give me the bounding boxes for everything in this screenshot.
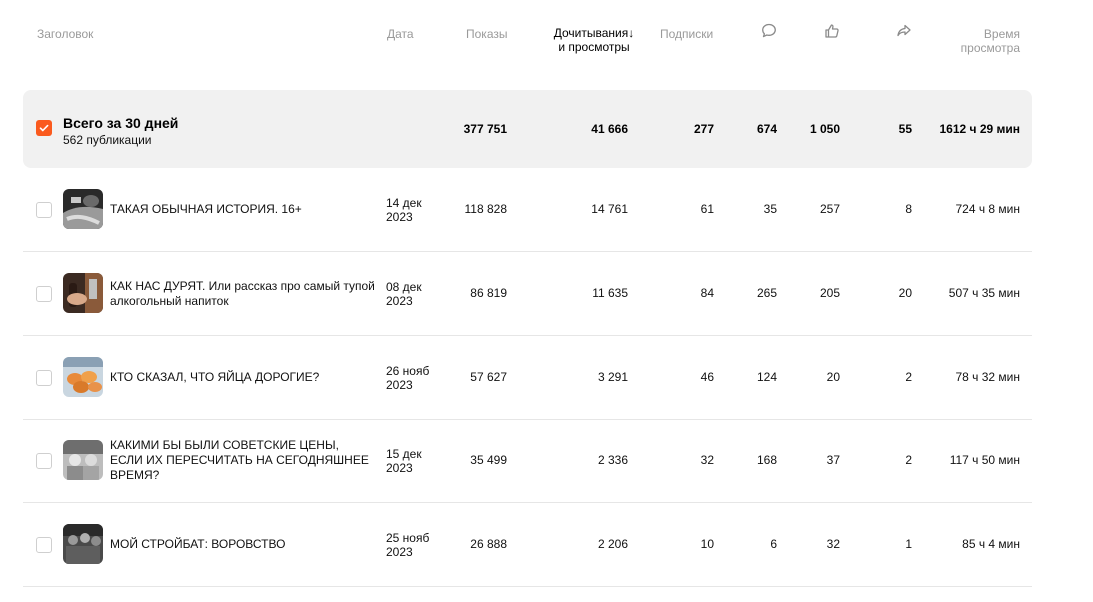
shows-value: 26 888: [470, 537, 507, 551]
shows-value: 86 819: [470, 286, 507, 300]
row-checkbox[interactable]: [36, 286, 52, 302]
summary-view-time: 1612 ч 29 мин: [939, 122, 1020, 136]
publication-thumbnail[interactable]: [63, 273, 103, 313]
table-header: Заголовок Дата Показы Дочитывания↓ и про…: [0, 0, 1093, 70]
likes-value: 205: [819, 286, 840, 300]
view-time-value: 85 ч 4 мин: [962, 537, 1020, 551]
date-day: 26 нояб: [386, 363, 430, 378]
view-time-value: 117 ч 50 мин: [949, 453, 1020, 467]
likes-value: 257: [819, 202, 840, 216]
date-year: 2023: [386, 293, 413, 308]
reads-value: 2 336: [597, 453, 628, 467]
publication-date: 15 дек 2023: [386, 419, 446, 502]
summary-subtitle: 562 публикации: [63, 133, 152, 147]
thumbs-up-icon[interactable]: [823, 22, 841, 40]
date-year: 2023: [386, 377, 413, 392]
date-day: 14 дек: [386, 195, 422, 210]
summary-subscriptions: 277: [693, 122, 714, 136]
table-row[interactable]: МОЙ СТРОЙБАТ: ВОРОВСТВО 25 нояб 2023 26 8…: [23, 503, 1032, 587]
comments-value: 168: [756, 453, 777, 467]
header-time-line1: Время: [983, 27, 1020, 41]
publication-title[interactable]: МОЙ СТРОЙБАТ: ВОРОВСТВО: [110, 503, 375, 586]
publication-thumbnail[interactable]: [63, 524, 103, 564]
publications-stats-page: Заголовок Дата Показы Дочитывания↓ и про…: [0, 0, 1093, 602]
summary-comments: 674: [756, 122, 777, 136]
header-reads-line2: и просмотры: [558, 40, 630, 54]
summary-reads: 41 666: [591, 122, 628, 136]
checkmark-icon: [39, 124, 49, 132]
shares-value: 2: [905, 370, 912, 384]
subscriptions-value: 10: [700, 537, 714, 551]
comment-icon[interactable]: [760, 22, 778, 40]
shows-value: 35 499: [470, 453, 507, 467]
header-view-time[interactable]: Время просмотра: [930, 27, 1020, 55]
reads-value: 2 206: [597, 537, 628, 551]
row-checkbox[interactable]: [36, 453, 52, 469]
header-reads[interactable]: Дочитывания↓ и просмотры: [548, 26, 640, 54]
date-day: 08 дек: [386, 279, 422, 294]
table-row[interactable]: КАКИМИ БЫ БЫЛИ СОВЕТСКИЕ ЦЕНЫ, ЕСЛИ ИХ П…: [23, 419, 1032, 503]
row-checkbox[interactable]: [36, 202, 52, 218]
publication-date: 26 нояб 2023: [386, 336, 446, 419]
subscriptions-value: 84: [700, 286, 714, 300]
subscriptions-value: 61: [700, 202, 714, 216]
publication-thumbnail[interactable]: [63, 357, 103, 397]
table-row[interactable]: КТО СКАЗАЛ, ЧТО ЯЙЦА ДОРОГИЕ? 26 нояб 202…: [23, 336, 1032, 420]
view-time-value: 78 ч 32 мин: [955, 370, 1020, 384]
header-shows[interactable]: Показы: [466, 27, 507, 41]
summary-shares: 55: [898, 122, 912, 136]
reads-value: 11 635: [592, 286, 628, 300]
header-title[interactable]: Заголовок: [37, 27, 93, 41]
header-subscriptions[interactable]: Подписки: [660, 27, 713, 41]
date-year: 2023: [386, 209, 413, 224]
shares-value: 8: [905, 202, 912, 216]
view-time-value: 724 ч 8 мин: [955, 202, 1020, 216]
reads-value: 14 761: [591, 202, 628, 216]
header-reads-line1: Дочитывания: [553, 26, 629, 40]
shares-value: 1: [905, 537, 912, 551]
shows-value: 57 627: [470, 370, 507, 384]
publication-date: 08 дек 2023: [386, 252, 446, 335]
summary-likes: 1 050: [809, 122, 840, 136]
publication-date: 25 нояб 2023: [386, 503, 446, 586]
row-checkbox[interactable]: [36, 370, 52, 386]
publication-title[interactable]: КАК НАС ДУРЯТ. Или рассказ про самый туп…: [110, 252, 375, 335]
shows-value: 118 828: [464, 202, 508, 216]
comments-value: 265: [756, 286, 777, 300]
likes-value: 20: [826, 370, 840, 384]
table-row[interactable]: ТАКАЯ ОБЫЧНАЯ ИСТОРИЯ. 16+ 14 дек 2023 11…: [23, 168, 1032, 252]
header-time-line2: просмотра: [960, 41, 1020, 55]
view-time-value: 507 ч 35 мин: [948, 286, 1020, 300]
summary-title: Всего за 30 дней: [63, 115, 179, 131]
comments-value: 6: [770, 537, 777, 551]
table-row[interactable]: КАК НАС ДУРЯТ. Или рассказ про самый туп…: [23, 252, 1032, 336]
reads-value: 3 291: [597, 370, 628, 384]
publication-title[interactable]: КАКИМИ БЫ БЫЛИ СОВЕТСКИЕ ЦЕНЫ, ЕСЛИ ИХ П…: [110, 419, 375, 502]
summary-shows: 377 751: [463, 122, 507, 136]
summary-row: Всего за 30 дней 562 публикации 377 751 …: [23, 90, 1032, 168]
publication-thumbnail[interactable]: [63, 189, 103, 229]
shares-value: 2: [905, 453, 912, 467]
publication-title[interactable]: ТАКАЯ ОБЫЧНАЯ ИСТОРИЯ. 16+: [110, 168, 375, 251]
date-year: 2023: [386, 544, 413, 559]
comments-value: 124: [756, 370, 777, 384]
shares-value: 20: [898, 286, 912, 300]
header-date[interactable]: Дата: [387, 27, 414, 41]
date-day: 25 нояб: [386, 530, 430, 545]
publication-date: 14 дек 2023: [386, 168, 446, 251]
row-checkbox[interactable]: [36, 537, 52, 553]
comments-value: 35: [763, 202, 777, 216]
publication-title[interactable]: КТО СКАЗАЛ, ЧТО ЯЙЦА ДОРОГИЕ?: [110, 336, 375, 419]
subscriptions-value: 46: [700, 370, 714, 384]
date-day: 15 дек: [386, 446, 422, 461]
select-all-checkbox[interactable]: [36, 120, 52, 136]
likes-value: 32: [826, 537, 840, 551]
share-icon[interactable]: [895, 22, 913, 40]
date-year: 2023: [386, 460, 413, 475]
subscriptions-value: 32: [700, 453, 714, 467]
sort-arrow-icon: ↓: [628, 26, 635, 40]
publication-thumbnail[interactable]: [63, 440, 103, 480]
likes-value: 37: [826, 453, 840, 467]
